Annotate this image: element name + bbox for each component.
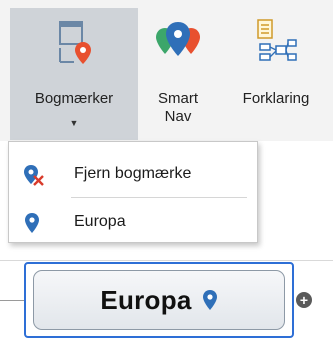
smart-nav-label-line1: Smart (157, 90, 198, 107)
smart-nav-pins-icon (156, 18, 200, 70)
chevron-down-icon: ▼ (69, 118, 79, 128)
menu-item-remove-bookmark[interactable]: Fjern bogmærke (9, 154, 257, 194)
node-connector (0, 300, 24, 301)
add-subtopic-button[interactable]: + (296, 292, 312, 308)
bookmarks-button[interactable]: Bogmærker ▼ (10, 8, 138, 140)
topic-node-body: Europa (33, 270, 285, 330)
smart-nav-button[interactable]: Smart Nav (146, 8, 210, 140)
menu-item-europa[interactable]: Europa (9, 202, 257, 242)
topic-title: Europa (100, 284, 192, 315)
topic-node-europa[interactable]: Europa (24, 262, 294, 338)
smart-nav-label-line2: Nav (164, 108, 192, 125)
remove-bookmark-icon (23, 164, 44, 186)
ribbon: Bogmærker ▼ Smart Nav Forklaring (0, 0, 333, 141)
bookmark-panel-icon (52, 18, 96, 70)
bookmarks-dropdown: Fjern bogmærke Europa (8, 141, 258, 243)
canvas-divider (0, 260, 333, 261)
map-pin-icon (23, 212, 43, 233)
bookmarks-label: Bogmærker (34, 90, 114, 107)
legend-button[interactable]: Forklaring (222, 8, 330, 140)
menu-separator (71, 197, 247, 198)
legend-label: Forklaring (242, 90, 310, 107)
map-pin-icon[interactable] (202, 289, 218, 311)
menu-item-label: Europa (74, 213, 126, 230)
legend-diagram-icon (254, 18, 298, 70)
menu-item-label: Fjern bogmærke (74, 165, 192, 182)
